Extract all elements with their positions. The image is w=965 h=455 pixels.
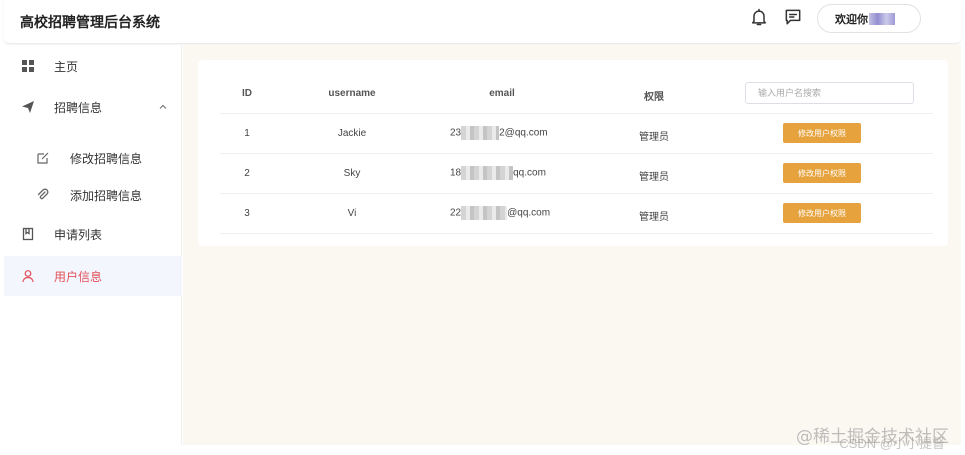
column-header-username: username: [328, 88, 376, 99]
sidebar-item-add-recruitment[interactable]: 添加招聘信息: [4, 175, 182, 215]
sidebar-item-edit-recruitment[interactable]: 修改招聘信息: [4, 138, 182, 178]
email-suffix: @qq.com: [507, 207, 551, 219]
cell-username: Sky: [343, 168, 361, 179]
email-redacted: [461, 126, 500, 140]
sidebar-item-label: 用户信息: [54, 269, 103, 284]
cell-email: 18 qq.com: [450, 166, 546, 180]
blurred-username: [869, 12, 895, 25]
email-redacted: [461, 166, 514, 180]
message-icon[interactable]: [783, 7, 803, 27]
column-header-role: 权限: [644, 92, 664, 103]
cell-id: 3: [244, 208, 250, 219]
user-menu-button[interactable]: 欢迎你: [817, 4, 921, 33]
edit-permission-button[interactable]: 修改用户权限: [783, 163, 861, 183]
edit-permission-button[interactable]: 修改用户权限: [783, 123, 861, 143]
cell-email: 22 @qq.com: [450, 206, 550, 220]
cell-role: 管理员: [639, 212, 669, 223]
welcome-label: 欢迎你: [835, 13, 868, 26]
sidebar: 主页 招聘信息 修改招聘信息 添加招聘信息 申请列表 用户信息: [4, 45, 182, 445]
app-title: 高校招聘管理后台系统: [20, 14, 160, 30]
send-icon: [22, 101, 34, 113]
sidebar-item-label: 申请列表: [54, 227, 103, 242]
email-suffix: qq.com: [513, 167, 546, 179]
sidebar-item-user-info[interactable]: 用户信息: [4, 256, 182, 296]
column-header-email: email: [489, 88, 515, 99]
user-table-card: ID username email 权限 1 Jackie 232@qq.com…: [198, 60, 948, 246]
email-prefix: 23: [450, 127, 462, 139]
email-prefix: 22: [450, 207, 462, 219]
cell-username: Vi: [347, 208, 357, 219]
chevron-up-icon: [159, 104, 167, 109]
cell-id: 1: [244, 128, 250, 139]
watermark-csdn: CSDN @小小提督: [839, 436, 945, 451]
bell-icon[interactable]: [749, 7, 769, 27]
sidebar-item-recruitment[interactable]: 招聘信息: [4, 87, 182, 127]
sidebar-item-home[interactable]: 主页: [4, 46, 182, 86]
main-content: ID username email 权限 1 Jackie 232@qq.com…: [183, 45, 961, 445]
paperclip-icon: [37, 188, 49, 200]
sidebar-item-label: 招聘信息: [54, 100, 103, 115]
edit-permission-button[interactable]: 修改用户权限: [783, 203, 861, 223]
row-divider: [220, 113, 933, 114]
sidebar-item-label: 主页: [54, 59, 79, 74]
sidebar-item-label: 添加招聘信息: [70, 188, 143, 203]
book-icon: [22, 227, 34, 241]
sidebar-item-label: 修改招聘信息: [70, 151, 143, 166]
cell-role: 管理员: [639, 132, 669, 143]
sidebar-item-applications[interactable]: 申请列表: [4, 214, 182, 254]
email-redacted: [461, 206, 508, 220]
top-header: 高校招聘管理后台系统 欢迎你: [4, 0, 961, 44]
user-icon: [22, 270, 34, 283]
cell-id: 2: [244, 168, 250, 179]
row-divider: [220, 233, 933, 234]
column-header-id: ID: [242, 88, 252, 99]
row-divider: [220, 153, 933, 154]
email-prefix: 18: [450, 167, 462, 179]
search-input[interactable]: [745, 82, 914, 104]
cell-role: 管理员: [639, 172, 669, 183]
cell-username: Jackie: [337, 128, 367, 139]
edit-icon: [37, 152, 49, 164]
grid-icon: [22, 60, 34, 72]
email-suffix: 2@qq.com: [499, 127, 548, 139]
cell-email: 23 2@qq.com: [450, 126, 548, 140]
row-divider: [220, 193, 933, 194]
